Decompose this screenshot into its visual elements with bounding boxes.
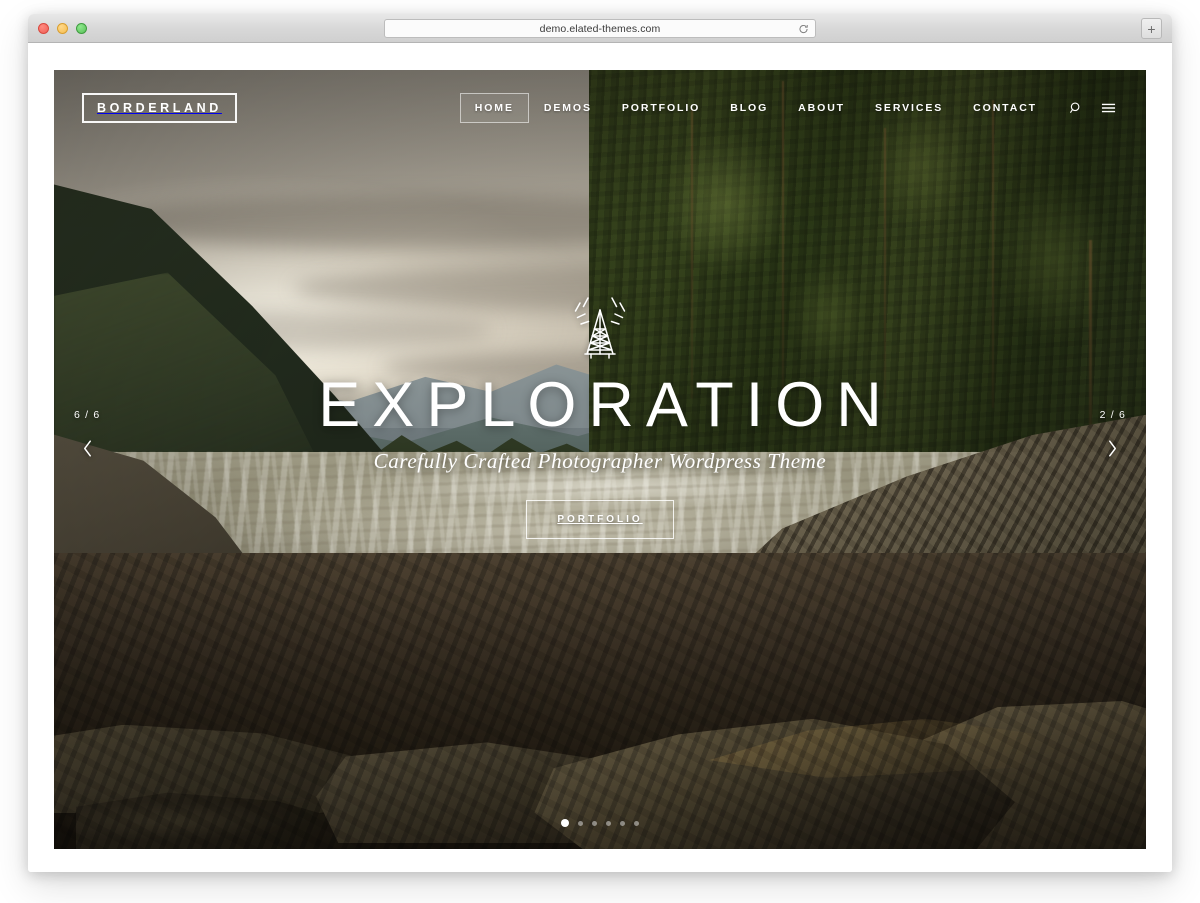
chevron-right-icon[interactable] xyxy=(1102,433,1124,463)
slider-dot[interactable] xyxy=(620,820,625,826)
nav-item-blog[interactable]: BLOG xyxy=(715,93,783,123)
new-tab-button[interactable]: + xyxy=(1141,18,1162,39)
chevron-left-icon[interactable] xyxy=(76,433,98,463)
slider-dot[interactable] xyxy=(592,820,597,826)
hamburger-menu-icon[interactable] xyxy=(1100,100,1116,116)
slide-counter-left: 6 / 6 xyxy=(74,409,101,422)
slider-prev-control: 6 / 6 xyxy=(74,409,100,463)
website-canvas: BORDERLAND HOME DEMOS PORTFOLIO BLOG ABO… xyxy=(54,70,1146,849)
portfolio-button[interactable]: PORTFOLIO xyxy=(526,500,674,539)
browser-window: demo.elated-themes.com + BORDERLAND HOME… xyxy=(28,14,1172,872)
slider-dot[interactable] xyxy=(561,819,569,827)
address-bar[interactable]: demo.elated-themes.com xyxy=(384,19,816,38)
slider-dot[interactable] xyxy=(606,820,611,826)
minimize-window-button[interactable] xyxy=(57,23,68,34)
nav-item-services[interactable]: SERVICES xyxy=(860,93,958,123)
search-icon[interactable] xyxy=(1068,100,1084,116)
slider-dot[interactable] xyxy=(634,820,639,826)
site-header: BORDERLAND HOME DEMOS PORTFOLIO BLOG ABO… xyxy=(54,70,1146,146)
site-logo-text: BORDERLAND xyxy=(97,101,222,116)
nav-item-contact[interactable]: CONTACT xyxy=(958,93,1052,123)
slider-pagination xyxy=(561,819,639,827)
slide-counter-right: 2 / 6 xyxy=(1099,409,1126,422)
url-text: demo.elated-themes.com xyxy=(539,22,661,35)
nav-icon-group xyxy=(1068,100,1116,116)
nav-item-home[interactable]: HOME xyxy=(459,93,529,123)
window-controls xyxy=(38,14,87,43)
slider-dot[interactable] xyxy=(578,820,583,826)
reload-icon[interactable] xyxy=(798,23,809,34)
maximize-window-button[interactable] xyxy=(76,23,87,34)
slider-next-control: 2 / 6 xyxy=(1100,409,1126,463)
site-logo[interactable]: BORDERLAND xyxy=(82,93,237,123)
browser-viewport: BORDERLAND HOME DEMOS PORTFOLIO BLOG ABO… xyxy=(28,43,1172,872)
close-window-button[interactable] xyxy=(38,23,49,34)
photo-vignette xyxy=(54,70,1146,849)
hero-background-photo xyxy=(54,70,1146,849)
nav-item-portfolio[interactable]: PORTFOLIO xyxy=(607,93,715,123)
nav-item-about[interactable]: ABOUT xyxy=(783,93,860,123)
browser-titlebar: demo.elated-themes.com + xyxy=(28,14,1172,43)
nav-item-demos[interactable]: DEMOS xyxy=(529,93,607,123)
main-navigation: HOME DEMOS PORTFOLIO BLOG ABOUT SERVICES… xyxy=(459,93,1116,123)
